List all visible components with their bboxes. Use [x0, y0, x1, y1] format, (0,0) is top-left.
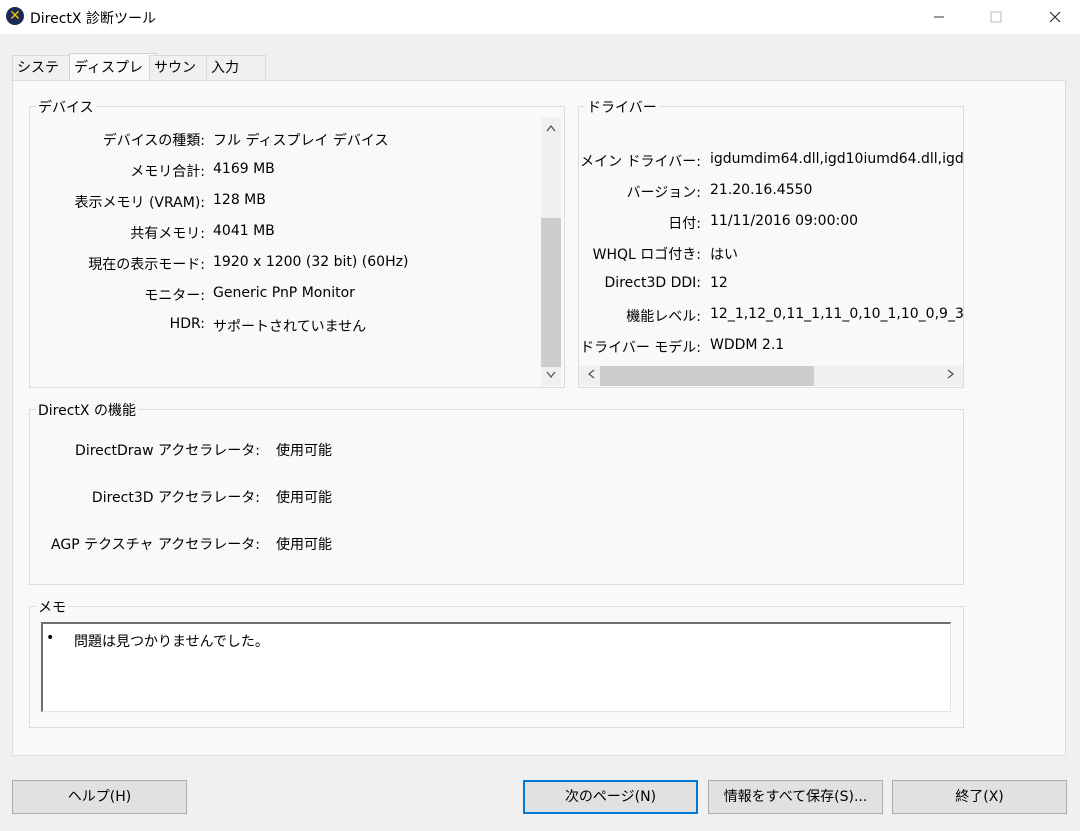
driver-group-title: ドライバー: [585, 97, 659, 117]
driver-info-list: メイン ドライバー: igdumdim64.dll,igd10iumd64.dl…: [579, 140, 963, 360]
memo-text: 問題は見つかりませんでした。: [74, 634, 269, 650]
directdraw-value: 使用可能: [276, 443, 332, 459]
device-group-title: デバイス: [36, 97, 96, 117]
version-label: バージョン:: [626, 185, 701, 201]
tab-system[interactable]: システム: [12, 55, 74, 100]
exit-button[interactable]: 終了(X): [892, 780, 1067, 814]
device-vertical-scrollbar[interactable]: [541, 117, 561, 386]
monitor-label: モニター:: [144, 288, 205, 304]
minimize-icon: [933, 8, 945, 27]
device-type-label: デバイスの種類:: [102, 133, 205, 149]
whql-value: はい: [710, 247, 738, 263]
monitor-value: Generic PnP Monitor: [213, 285, 355, 301]
directx-x-icon: ✕: [6, 7, 24, 25]
vram-label: 表示メモリ (VRAM):: [74, 195, 205, 211]
scroll-down-arrow-icon[interactable]: [541, 367, 561, 385]
display-mode-value: 1920 x 1200 (32 bit) (60Hz): [213, 254, 409, 270]
device-type-value: フル ディスプレイ デバイス: [213, 133, 389, 149]
hdr-label: HDR:: [169, 316, 205, 332]
date-label: 日付:: [668, 216, 701, 232]
shared-memory-label: 共有メモリ:: [130, 226, 205, 242]
maximize-button[interactable]: [973, 0, 1019, 34]
directdraw-label: DirectDraw アクセラレータ:: [75, 443, 260, 459]
scroll-left-arrow-icon[interactable]: [581, 367, 601, 385]
device-scroll-thumb[interactable]: [541, 218, 561, 367]
hdr-value: サポートされていません: [213, 319, 367, 335]
ddi-value: 12: [710, 275, 728, 291]
scroll-up-arrow-icon[interactable]: [541, 120, 561, 138]
driver-scroll-thumb[interactable]: [600, 366, 814, 386]
direct3d-label: Direct3D アクセラレータ:: [91, 490, 260, 506]
scroll-right-arrow-icon[interactable]: [941, 367, 961, 385]
total-memory-value: 4169 MB: [213, 161, 275, 177]
window-title: DirectX 診断ツール: [30, 11, 156, 27]
minimize-button[interactable]: [916, 0, 962, 34]
vram-value: 128 MB: [213, 192, 266, 208]
maximize-icon: [990, 8, 1002, 27]
shared-memory-value: 4041 MB: [213, 223, 275, 239]
direct3d-value: 使用可能: [276, 490, 332, 506]
main-driver-label: メイン ドライバー:: [580, 154, 701, 170]
agp-label: AGP テクスチャ アクセラレータ:: [51, 537, 260, 553]
close-button[interactable]: [1032, 0, 1078, 34]
close-icon: [1049, 7, 1061, 28]
directx-features-title: DirectX の機能: [36, 400, 138, 420]
feature-levels-label: 機能レベル:: [626, 309, 701, 325]
main-driver-value: igdumdim64.dll,igd10iumd64.dll,igd10: [710, 151, 963, 167]
memo-textbox[interactable]: • 問題は見つかりませんでした。: [41, 622, 951, 712]
help-button[interactable]: ヘルプ(H): [12, 780, 187, 814]
whql-label: WHQL ロゴ付き:: [592, 247, 701, 263]
date-value: 11/11/2016 09:00:00: [710, 213, 859, 229]
total-memory-label: メモリ合計:: [130, 164, 205, 180]
driver-model-value: WDDM 2.1: [710, 337, 785, 353]
title-bar: ✕ DirectX 診断ツール: [0, 0, 1080, 34]
agp-value: 使用可能: [276, 537, 332, 553]
save-all-info-button[interactable]: 情報をすべて保存(S)...: [708, 780, 883, 814]
version-value: 21.20.16.4550: [710, 182, 813, 198]
driver-model-label: ドライバー モデル:: [580, 340, 701, 356]
driver-horizontal-scrollbar[interactable]: [579, 366, 963, 386]
memo-bullet: •: [46, 630, 55, 646]
display-mode-label: 現在の表示モード:: [88, 257, 205, 273]
feature-levels-value: 12_1,12_0,11_1,11_0,10_1,10_0,9_3,9_2: [710, 306, 963, 322]
next-page-button[interactable]: 次のページ(N): [523, 780, 698, 814]
tab-display[interactable]: ディスプレイ: [69, 53, 157, 104]
tab-input[interactable]: 入力: [206, 55, 266, 80]
memo-title: メモ: [36, 597, 68, 617]
ddi-label: Direct3D DDI:: [604, 275, 701, 291]
tab-sound[interactable]: サウンド: [149, 55, 213, 100]
